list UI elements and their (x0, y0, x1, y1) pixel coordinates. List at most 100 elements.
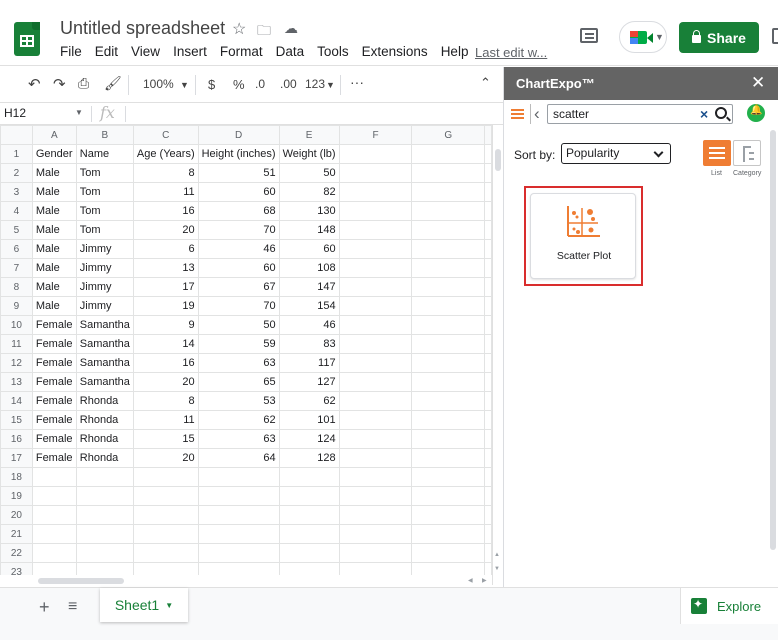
cell[interactable]: 17 (132, 277, 199, 297)
cell[interactable] (75, 524, 134, 544)
sheets-logo-icon[interactable] (14, 22, 40, 56)
cell[interactable] (484, 334, 492, 354)
hamburger-menu-icon[interactable] (511, 109, 524, 111)
document-title[interactable]: Untitled spreadsheet (60, 18, 225, 39)
row-header[interactable]: 14 (0, 391, 33, 411)
cell[interactable]: 14 (132, 334, 199, 354)
cell[interactable] (484, 239, 492, 259)
chevron-down-icon[interactable]: ▼ (165, 601, 173, 610)
cell[interactable] (411, 201, 485, 221)
cell[interactable]: 64 (197, 448, 280, 468)
cell[interactable] (197, 524, 280, 544)
cell[interactable]: 108 (278, 258, 340, 278)
cell[interactable]: 20 (132, 372, 199, 392)
column-header-a[interactable]: A (31, 125, 77, 145)
cell[interactable]: 60 (278, 239, 340, 259)
scroll-up-arrow-icon[interactable]: ▲ (494, 552, 500, 558)
cell[interactable] (484, 144, 492, 164)
row-header[interactable]: 4 (0, 201, 33, 221)
increase-decimal-button[interactable]: .00 (280, 77, 297, 91)
column-header-b[interactable]: B (75, 125, 134, 145)
cell[interactable] (197, 543, 280, 563)
cell[interactable]: 117 (278, 353, 340, 373)
cell[interactable]: 63 (197, 429, 280, 449)
cell[interactable]: 19 (132, 296, 199, 316)
cell[interactable] (338, 524, 413, 544)
cell[interactable]: 124 (278, 429, 340, 449)
cell[interactable] (411, 467, 485, 487)
cell[interactable] (132, 524, 199, 544)
cell[interactable]: 60 (197, 258, 280, 278)
clear-search-icon[interactable]: × (700, 106, 708, 122)
scroll-right-arrow-icon[interactable]: ▶ (482, 577, 487, 584)
row-header[interactable]: 22 (0, 543, 33, 563)
cell[interactable] (278, 486, 340, 506)
cell[interactable]: 20 (132, 220, 199, 240)
cell[interactable]: 46 (278, 315, 340, 335)
row-header[interactable]: 1 (0, 144, 33, 164)
cell[interactable]: 127 (278, 372, 340, 392)
vertical-scrollbar[interactable]: ▲ ▼ (492, 125, 503, 585)
search-icon[interactable] (715, 107, 727, 119)
cell[interactable]: Weight (lb) (278, 144, 340, 164)
cell[interactable] (411, 505, 485, 525)
cell[interactable] (278, 524, 340, 544)
cell[interactable] (484, 448, 492, 468)
cell[interactable] (197, 467, 280, 487)
cell[interactable] (484, 429, 492, 449)
star-icon[interactable]: ☆ (232, 19, 246, 39)
row-header[interactable]: 21 (0, 524, 33, 544)
cell[interactable] (338, 486, 413, 506)
cell[interactable] (338, 258, 413, 278)
row-header[interactable]: 17 (0, 448, 33, 468)
cell[interactable]: 70 (197, 220, 280, 240)
cell[interactable]: 20 (132, 448, 199, 468)
cell[interactable] (338, 448, 413, 468)
cell[interactable]: Female (31, 334, 77, 354)
cell[interactable]: Female (31, 410, 77, 430)
cell[interactable] (75, 467, 134, 487)
cell[interactable]: Male (31, 277, 77, 297)
cell[interactable]: 53 (197, 391, 280, 411)
select-all-corner[interactable] (0, 125, 33, 145)
cell[interactable]: 59 (197, 334, 280, 354)
row-header[interactable]: 3 (0, 182, 33, 202)
cell[interactable] (484, 182, 492, 202)
chart-search-input[interactable] (553, 107, 693, 121)
cell[interactable]: Tom (75, 220, 134, 240)
cell[interactable]: Tom (75, 201, 134, 221)
sheet-tab[interactable]: Sheet1 ▼ (100, 588, 188, 622)
row-header[interactable]: 7 (0, 258, 33, 278)
cell[interactable]: Male (31, 239, 77, 259)
row-header[interactable]: 2 (0, 163, 33, 183)
panel-scrollbar[interactable] (770, 130, 776, 550)
menu-edit[interactable]: Edit (95, 44, 118, 59)
cell[interactable]: Samantha (75, 372, 134, 392)
cell[interactable] (132, 543, 199, 563)
cell[interactable]: 147 (278, 277, 340, 297)
last-edit-link[interactable]: Last edit w... (475, 45, 547, 60)
vertical-scroll-thumb[interactable] (495, 149, 501, 171)
cell[interactable] (31, 486, 77, 506)
cell[interactable] (338, 315, 413, 335)
cell[interactable] (411, 334, 485, 354)
spreadsheet-grid[interactable]: ABCDEFG 1 Gender Name Age (Years) Height (in… (0, 125, 492, 585)
cell[interactable]: 11 (132, 182, 199, 202)
menu-insert[interactable]: Insert (173, 44, 207, 59)
redo-icon[interactable]: ↷ (53, 75, 66, 93)
row-header[interactable]: 18 (0, 467, 33, 487)
column-header-c[interactable]: C (132, 125, 199, 145)
cloud-status-icon[interactable]: ☁ (284, 20, 298, 37)
row-header[interactable]: 19 (0, 486, 33, 506)
menu-format[interactable]: Format (220, 44, 263, 59)
column-header-f[interactable]: F (338, 125, 413, 145)
row-header[interactable]: 10 (0, 315, 33, 335)
cell[interactable] (197, 505, 280, 525)
cell[interactable]: 68 (197, 201, 280, 221)
cell[interactable]: 82 (278, 182, 340, 202)
cell[interactable] (338, 334, 413, 354)
row-header[interactable]: 6 (0, 239, 33, 259)
column-header-d[interactable]: D (197, 125, 280, 145)
cell[interactable] (411, 372, 485, 392)
cell[interactable]: Samantha (75, 315, 134, 335)
